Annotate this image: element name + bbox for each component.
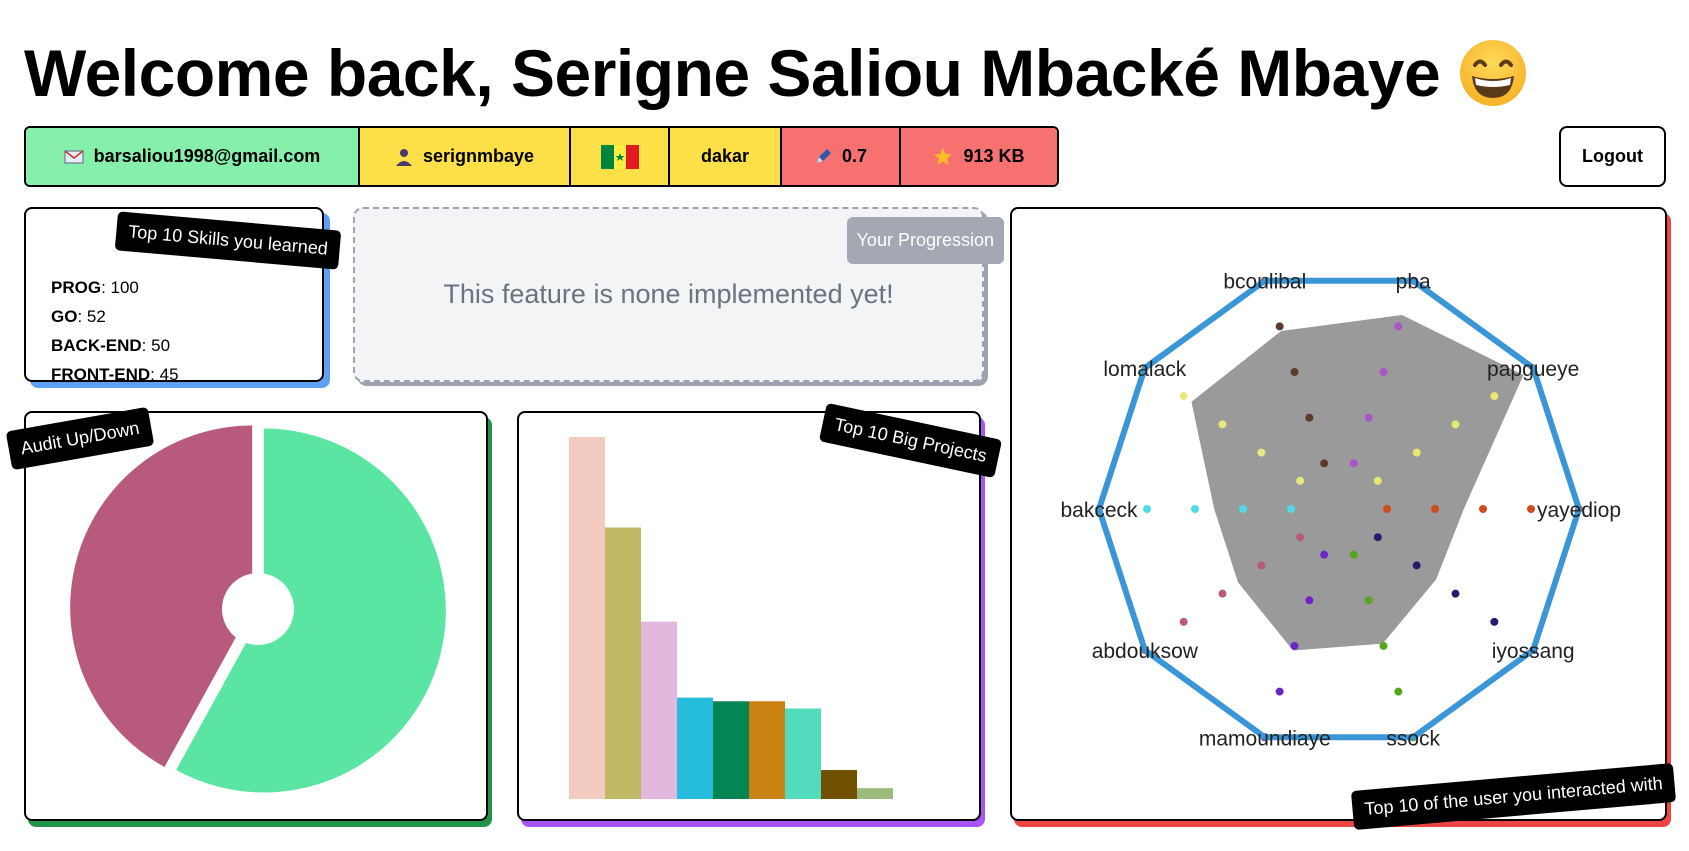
ratio-text: 0.7 — [841, 146, 868, 166]
radar-label: yayediop — [1537, 499, 1621, 522]
envelope-icon — [63, 149, 84, 164]
radar-dot — [1296, 476, 1305, 485]
radar-dot — [1239, 505, 1247, 513]
radar-label: ssock — [1386, 727, 1440, 750]
pie-center-hole — [222, 573, 294, 645]
radar-dot — [1412, 448, 1421, 457]
logout-button[interactable]: Logout — [1559, 126, 1666, 187]
radar-dot — [1320, 550, 1329, 559]
radar-dot — [1305, 596, 1314, 605]
radar-dot — [1479, 505, 1487, 513]
city-cell: dakar — [670, 128, 782, 185]
radar-dot — [1364, 596, 1373, 605]
radar-area — [1191, 314, 1524, 651]
radar-dot — [1320, 459, 1329, 468]
ratio-cell: 0.7 — [782, 128, 901, 185]
radar-label: bakceck — [1060, 499, 1138, 522]
radar-dot — [1383, 505, 1391, 513]
skill-item: PROG: 100 — [51, 278, 139, 297]
radar-dot — [1287, 505, 1295, 513]
users-radar-chart: pba papgueye yayediop iyossang ssock mamoundi… — [1060, 271, 1621, 751]
email-cell: barsaliou1998@gmail.com — [26, 128, 360, 185]
email-text: barsaliou1998@gmail.com — [93, 146, 321, 166]
radar-dot — [1218, 589, 1227, 598]
radar-dot — [1275, 687, 1284, 696]
username-cell: serignmbaye — [360, 128, 571, 185]
radar-dot — [1451, 589, 1460, 598]
bar — [677, 697, 713, 799]
radar-label: bcoulibal — [1223, 271, 1306, 294]
bar — [785, 708, 821, 799]
radar-label: lomalack — [1103, 358, 1186, 381]
radar-dot — [1527, 505, 1535, 513]
radar-dot — [1373, 476, 1382, 485]
star-icon — [934, 147, 953, 165]
bar — [569, 437, 605, 799]
radar-dot — [1349, 550, 1358, 559]
radar-dot — [1290, 368, 1299, 377]
radar-dot — [1191, 505, 1199, 513]
skill-item: BACK-END: 50 — [51, 336, 171, 355]
bar — [605, 527, 641, 799]
senegal-flag-icon — [600, 144, 639, 169]
radar-label: iyossang — [1492, 640, 1575, 663]
radar-dot — [1364, 413, 1373, 422]
radar-dot — [1349, 459, 1358, 468]
bar — [857, 788, 893, 799]
grinning-face-emoji-icon — [1460, 39, 1527, 106]
radar-dot — [1490, 392, 1499, 401]
progression-badge: Your Progression — [846, 217, 1004, 264]
skill-item: FRONT-END: 45 — [51, 365, 179, 384]
radar-dot — [1257, 561, 1266, 570]
username-text: serignmbaye — [422, 146, 535, 166]
skills-list: PROG: 100 GO: 52 BACK-END: 50 FRONT-END:… — [51, 273, 179, 389]
radar-dot — [1379, 368, 1388, 377]
radar-dot — [1296, 533, 1305, 542]
audit-pie-chart — [70, 425, 446, 793]
radar-dot — [1290, 641, 1299, 650]
bar — [749, 701, 785, 799]
radar-dot — [1275, 322, 1284, 331]
user-icon — [395, 148, 412, 166]
radar-dot — [1305, 413, 1314, 422]
radar-dot — [1451, 420, 1460, 429]
skills-card: Top 10 Skills you learned PROG: 100 GO: … — [24, 207, 342, 384]
radar-label: abdouksow — [1092, 640, 1199, 663]
pen-icon — [816, 148, 831, 163]
radar-dot — [1218, 420, 1227, 429]
radar-dot — [1412, 561, 1421, 570]
radar-dot — [1179, 392, 1188, 401]
projects-card: Top 10 Big Projects — [517, 402, 1003, 821]
progression-card: This feature is none implemented yet! Yo… — [353, 207, 1004, 382]
skills-tag: Top 10 Skills you learned — [114, 211, 342, 270]
radar-label: papgueye — [1487, 358, 1579, 381]
bar — [713, 701, 749, 799]
projects-bar-chart — [569, 437, 893, 799]
progression-message: This feature is none implemented yet! — [443, 279, 894, 309]
city-text: dakar — [700, 146, 750, 166]
radar-dot — [1431, 505, 1439, 513]
radar-label: pba — [1396, 271, 1431, 294]
radar-dot — [1257, 448, 1266, 457]
audit-card: Audit Up/Down — [5, 406, 488, 821]
radar-dot — [1379, 641, 1388, 650]
skill-item: GO: 52 — [51, 307, 106, 326]
radar-dot — [1490, 617, 1499, 626]
user-info-bar: barsaliou1998@gmail.com serignmbaye daka… — [24, 126, 1059, 187]
page-title: Welcome back, Serigne Saliou Mbacké Mbay… — [24, 36, 1528, 114]
radar-dot — [1143, 505, 1151, 513]
radar-label: mamoundiaye — [1199, 727, 1331, 750]
radar-dot — [1394, 687, 1403, 696]
xp-cell: 913 KB — [901, 128, 1057, 185]
users-card: pba papgueye yayediop iyossang ssock mamoundi… — [1010, 207, 1677, 831]
flag-cell — [571, 128, 670, 185]
bar — [821, 770, 857, 799]
welcome-text: Welcome back, Serigne Saliou Mbacké Mbay… — [24, 36, 1441, 110]
bar — [641, 621, 677, 799]
xp-text: 913 KB — [963, 146, 1025, 166]
radar-dot — [1179, 617, 1188, 626]
radar-dot — [1394, 322, 1403, 331]
radar-dot — [1373, 533, 1382, 542]
